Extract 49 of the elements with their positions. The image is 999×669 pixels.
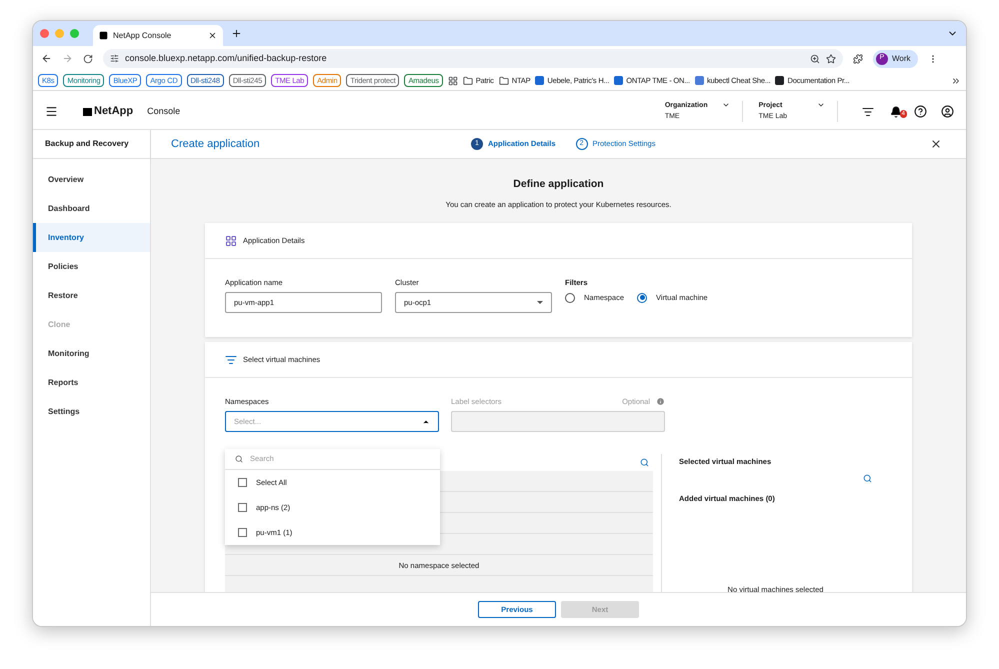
close-icon[interactable] (208, 31, 217, 40)
browser-tab[interactable]: NetApp Console (93, 25, 223, 46)
product-name: Console (147, 104, 180, 118)
bookmark-star-icon[interactable] (826, 54, 836, 64)
back-icon[interactable] (41, 53, 52, 64)
radio-button[interactable] (565, 292, 575, 303)
close-icon[interactable] (930, 138, 942, 150)
app-grid-icon (225, 234, 237, 246)
checkbox[interactable] (238, 478, 247, 487)
sidebar-title: Backup and Recovery (33, 130, 150, 159)
profile-name: Work (892, 52, 911, 64)
new-tab-icon[interactable] (231, 28, 242, 39)
chevron-down-icon (722, 101, 730, 109)
apps-grid-icon[interactable] (448, 76, 458, 86)
folder-icon (462, 76, 473, 86)
reload-icon[interactable] (83, 54, 93, 64)
filter-icon (225, 354, 237, 366)
checkbox[interactable] (238, 528, 247, 537)
sidebar-item[interactable]: Overview (33, 165, 150, 194)
url-text: console.bluexp.netapp.com/unified-backup-restore (125, 52, 328, 65)
sidebar-item[interactable]: Inventory (33, 223, 150, 252)
zoom-icon[interactable] (810, 54, 820, 64)
search-icon[interactable] (640, 458, 649, 468)
sidebar-item[interactable]: Reports (33, 368, 150, 397)
radio-button[interactable] (637, 292, 648, 303)
brand-name: NetApp (94, 104, 134, 120)
extensions-icon[interactable] (853, 54, 863, 64)
search-icon[interactable] (863, 474, 872, 482)
address-bar[interactable]: console.bluexp.netapp.com/unified-backup-restore (103, 49, 843, 68)
dropdown-caret-icon (537, 301, 543, 304)
page-title: Define application (513, 177, 604, 192)
user-icon[interactable] (941, 105, 954, 118)
wizard-title: Create application (171, 136, 261, 152)
search-icon (235, 455, 243, 463)
sidebar-item[interactable]: Dashboard (33, 194, 150, 223)
site-info-icon[interactable] (110, 54, 119, 63)
more-bookmarks-icon[interactable] (951, 76, 961, 86)
tab-title: NetApp Console (113, 30, 172, 42)
info-icon[interactable] (656, 397, 665, 406)
checkbox[interactable] (238, 503, 247, 512)
chevron-down-icon (817, 101, 825, 109)
sidebar-item[interactable]: Monitoring (33, 339, 150, 368)
sidebar-item[interactable]: Settings (33, 397, 150, 426)
notifications-icon[interactable] (890, 106, 902, 118)
menu-icon[interactable] (45, 105, 58, 118)
sidebar-item[interactable]: Policies (33, 252, 150, 281)
sidebar-item[interactable]: Restore (33, 281, 150, 310)
folder-icon (498, 76, 509, 86)
help-icon[interactable] (914, 105, 927, 118)
